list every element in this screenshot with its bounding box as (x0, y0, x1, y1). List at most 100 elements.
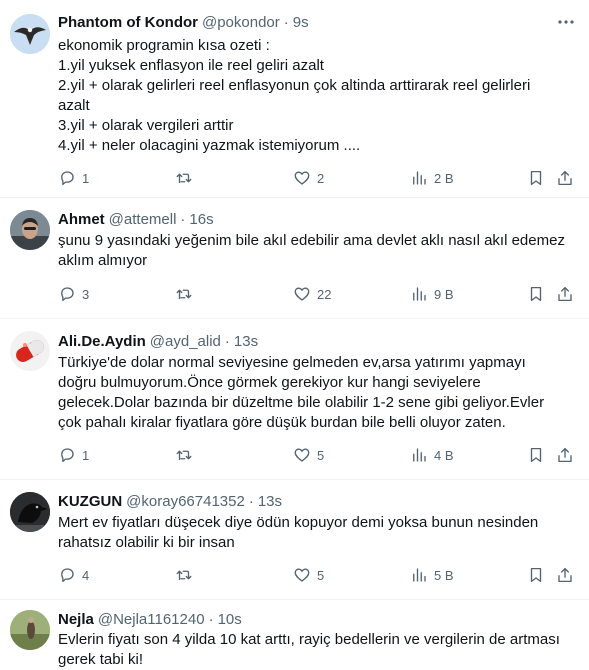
share-button[interactable] (556, 283, 574, 305)
author-name[interactable]: Nejla (58, 611, 94, 628)
tweet-timestamp[interactable]: 16s (189, 211, 213, 228)
retweet-button[interactable] (175, 283, 199, 305)
like-button[interactable]: 22 (293, 283, 331, 305)
tweet-actions: 3 22 9 B (0, 283, 589, 305)
author-handle[interactable]: @attemell (109, 211, 177, 228)
reply-count: 4 (82, 567, 90, 583)
views-count: 4 B (434, 447, 454, 463)
author-name[interactable]: Phantom of Kondor (58, 14, 198, 31)
reply-button[interactable]: 3 (58, 283, 89, 305)
views-count: 2 B (434, 170, 454, 186)
pill-capsule-avatar-image (10, 331, 50, 371)
like-count: 5 (317, 447, 325, 463)
tweet-timestamp[interactable]: 13s (258, 493, 282, 510)
author-name[interactable]: Ahmet (58, 211, 105, 228)
bookmark-button[interactable] (527, 564, 545, 586)
avatar[interactable] (10, 492, 50, 532)
separator-dot: · (224, 332, 230, 350)
tweet[interactable]: Ali.De.Aydin @ayd_alid · 13s Türkiye'de … (0, 319, 589, 480)
separator-dot: · (283, 13, 289, 31)
reply-button[interactable]: 1 (58, 444, 89, 466)
views-count: 9 B (434, 286, 454, 302)
retweet-icon (176, 450, 192, 461)
share-button[interactable] (556, 444, 574, 466)
reply-count: 1 (82, 170, 90, 186)
separator-dot: · (248, 492, 254, 510)
bookmark-icon (530, 447, 542, 463)
tweet-text-line: ekonomik programin kısa ozeti : (58, 37, 270, 54)
like-count: 2 (317, 170, 325, 186)
reply-bubble-icon (61, 568, 74, 583)
like-button[interactable]: 2 (293, 167, 324, 189)
tweet-text-line: çok pahalı kiralar fiyatlara göre düşük … (58, 414, 506, 431)
more-dots-icon[interactable] (557, 14, 575, 30)
author-handle[interactable]: @koray66741352 (126, 493, 245, 510)
reply-count: 3 (82, 286, 90, 302)
bookmark-button[interactable] (527, 283, 545, 305)
author-handle[interactable]: @ayd_alid (150, 333, 221, 350)
tweet-timestamp[interactable]: 9s (293, 14, 309, 31)
views-bars-icon (413, 568, 426, 582)
tweet-text-line: şunu 9 yasındaki yeğenim bile akıl edebi… (58, 232, 565, 249)
like-count: 5 (317, 567, 325, 583)
bookmark-button[interactable] (527, 444, 545, 466)
tweet-actions: 1 2 2 B (0, 167, 589, 189)
reply-count: 1 (82, 447, 90, 463)
like-button[interactable]: 5 (293, 564, 324, 586)
author-handle[interactable]: @Nejla1161240 (98, 611, 205, 628)
avatar[interactable] (10, 14, 50, 54)
share-button[interactable] (556, 167, 574, 189)
bookmark-button[interactable] (527, 167, 545, 189)
heart-icon (294, 568, 310, 582)
views-button[interactable]: 9 B (410, 283, 454, 305)
tweet-text: şunu 9 yasındaki yeğenim bile akıl edebi… (58, 231, 575, 271)
author-handle[interactable]: @pokondor (202, 14, 280, 31)
tweet-text-line: gerek tabi ki! (58, 651, 144, 668)
tweet[interactable]: KUZGUN @koray66741352 · 13s Mert ev fiya… (0, 480, 589, 600)
views-button[interactable]: 5 B (410, 564, 454, 586)
tweet-text-line: doğru bulmuyorum.Önce görmek gerekiyor k… (58, 374, 481, 391)
tweet[interactable]: Ahmet @attemell · 16s şunu 9 yasındaki y… (0, 198, 589, 319)
tweet-text-line: azalt (58, 97, 90, 114)
retweet-button[interactable] (175, 444, 199, 466)
tweet-text-line: gelecek.Dolar bazında bir düzeltme bile … (58, 394, 545, 411)
tweet-text-line: 4.yil + neler olacagini yazmak istemiyor… (58, 137, 361, 154)
views-button[interactable]: 4 B (410, 444, 454, 466)
heart-icon (294, 448, 310, 462)
views-bars-icon (413, 171, 426, 185)
avatar[interactable] (10, 331, 50, 371)
share-upload-icon (558, 286, 572, 302)
avatar[interactable] (10, 210, 50, 250)
tweet-text: ekonomik programin kısa ozeti : 1.yil yu… (58, 36, 575, 156)
tweet-text-line: Türkiye'de dolar normal seviyesine gelme… (58, 354, 526, 371)
author-name[interactable]: Ali.De.Aydin (58, 333, 146, 350)
views-bars-icon (413, 287, 426, 301)
tweet-text-line: 2.yil + olarak gelirleri reel enflasyonu… (58, 77, 531, 94)
tweet-actions: 1 5 4 B (0, 444, 589, 466)
retweet-button[interactable] (175, 564, 199, 586)
avatar[interactable] (10, 610, 50, 650)
tweet-timestamp[interactable]: 10s (218, 611, 242, 628)
tweet-text-line: rahatsız olabilir ki bir insan (58, 534, 235, 551)
like-button[interactable]: 5 (293, 444, 324, 466)
tweet-text-line: Evlerin fiyatı son 4 yilda 10 kat arttı,… (58, 631, 560, 648)
tweet[interactable]: Phantom of Kondor @pokondor · 9s ekonomi… (0, 0, 589, 198)
reply-button[interactable]: 4 (58, 564, 89, 586)
retweet-icon (176, 173, 192, 184)
tweet-text-line: 1.yil yuksek enflasyon ile reel geliri a… (58, 57, 324, 74)
separator-dot: · (180, 210, 186, 228)
retweet-icon (176, 289, 192, 300)
nature-photo-avatar-image (10, 610, 50, 650)
share-upload-icon (558, 447, 572, 463)
share-button[interactable] (556, 564, 574, 586)
heart-icon (294, 287, 310, 301)
views-button[interactable]: 2 B (410, 167, 454, 189)
reply-button[interactable]: 1 (58, 167, 89, 189)
author-name[interactable]: KUZGUN (58, 493, 122, 510)
separator-dot: · (208, 610, 214, 628)
retweet-button[interactable] (175, 167, 199, 189)
share-upload-icon (558, 170, 572, 186)
tweet-timestamp[interactable]: 13s (234, 333, 258, 350)
tweet[interactable]: Nejla @Nejla1161240 · 10s Evlerin fiyatı… (0, 600, 589, 670)
tweet-text: Mert ev fiyatları düşecek diye ödün kopu… (58, 513, 575, 553)
